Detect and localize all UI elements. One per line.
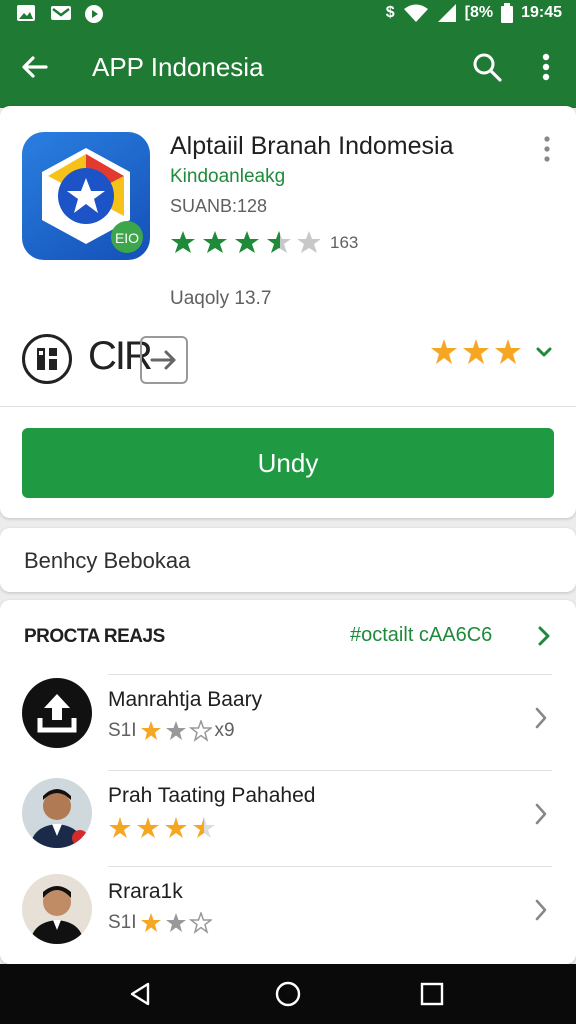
list-item-title: Rrara1k: [108, 880, 183, 903]
app-icon-badge: EIO: [115, 230, 139, 246]
back-button[interactable]: [18, 50, 52, 84]
qr-badge-icon[interactable]: [22, 334, 72, 384]
divider: [108, 866, 552, 867]
rating-count: 163: [330, 233, 359, 252]
app-updated: Uaqoly 13.7: [170, 288, 272, 309]
wifi-icon: [403, 3, 429, 23]
rating-stars-icon: [171, 231, 320, 253]
square-recents-icon: [420, 982, 444, 1006]
nav-home-button[interactable]: [274, 980, 302, 1008]
upload-avatar-icon: [22, 678, 92, 748]
see-more-link[interactable]: #octailt cAA6C6: [350, 624, 492, 647]
chevron-right-icon: [530, 704, 552, 732]
rating-stars-icon: [140, 720, 212, 742]
app-bar-title: APP Indonesia: [92, 52, 264, 82]
app-detail-card: EIO Alptaiil Branah Indomesia Kindoanlea…: [0, 106, 576, 518]
circle-home-icon: [275, 981, 301, 1007]
app-bar: APP Indonesia: [0, 28, 576, 108]
list-item-sub: [108, 816, 220, 840]
app-rating: 163: [170, 230, 358, 256]
clock: 19:45: [521, 4, 562, 21]
divider: [108, 770, 552, 771]
person-avatar: [22, 874, 92, 944]
gmail-notification-icon: [50, 4, 71, 22]
image-notification-icon: [16, 4, 36, 22]
app-name: Alptaiil Branah Indomesia: [170, 132, 454, 160]
orange-stars-icon: [431, 339, 552, 364]
list-item[interactable]: Prah Taating Pahahed: [0, 770, 576, 866]
install-button[interactable]: Undy: [22, 428, 554, 498]
nav-recents-button[interactable]: [420, 982, 444, 1006]
search-button[interactable]: [470, 50, 504, 84]
list-item-tail: x9: [214, 720, 235, 741]
search-icon: [473, 53, 502, 82]
section-title: PROCTA REAJS: [24, 626, 165, 647]
list-item[interactable]: Manrahtja Baary S1I x9: [0, 674, 576, 770]
app-icon: EIO: [22, 132, 150, 260]
app-overflow-button[interactable]: [538, 134, 556, 164]
reviews-card: PROCTA REAJS #octailt cAA6C6 Manrahtja B…: [0, 600, 576, 964]
more-options-button[interactable]: [532, 50, 560, 84]
list-item-sub-text: S1I: [108, 912, 137, 933]
navigation-bar: [0, 964, 576, 1024]
chevron-right-icon: [538, 626, 550, 646]
developer-link[interactable]: Kindoanleakg: [170, 166, 285, 188]
nav-back-button[interactable]: [126, 980, 154, 1008]
signal-icon: [437, 3, 457, 23]
chevron-down-icon: [536, 347, 552, 357]
play-notification-icon: [84, 4, 104, 23]
list-item[interactable]: Rrara1k S1I: [0, 866, 576, 962]
person-avatar: [22, 778, 92, 848]
battery-percent: [8%: [464, 4, 494, 21]
dollar-icon: $: [385, 4, 395, 21]
arrow-right-icon: [150, 350, 176, 370]
chevron-right-icon: [530, 896, 552, 924]
beta-label: Benhcy Bebokaa: [24, 548, 191, 573]
see-more-chevron[interactable]: [534, 624, 554, 648]
app-code: SUANB:128: [170, 196, 268, 216]
list-item-sub: S1I x9: [108, 720, 235, 742]
list-item-title: Prah Taating Pahahed: [108, 784, 316, 807]
rating-stars-icon: [140, 912, 212, 934]
status-bar: $ [8% 19:45: [0, 0, 576, 28]
share-button[interactable]: [140, 336, 188, 384]
mini-rating[interactable]: [430, 338, 558, 366]
triangle-back-icon: [130, 982, 150, 1006]
chevron-right-icon: [530, 800, 552, 828]
more-vert-icon: [544, 136, 550, 162]
beta-card[interactable]: Benhcy Bebokaa: [0, 528, 576, 592]
list-item-sub-text: S1I: [108, 720, 137, 741]
list-item-title: Manrahtja Baary: [108, 688, 263, 711]
more-vert-icon: [542, 53, 550, 81]
arrow-back-icon: [22, 56, 48, 78]
divider: [0, 406, 576, 407]
rating-stars-icon: [109, 817, 215, 838]
divider: [108, 674, 552, 675]
battery-icon: [501, 3, 514, 23]
list-item-sub: S1I: [108, 912, 212, 934]
